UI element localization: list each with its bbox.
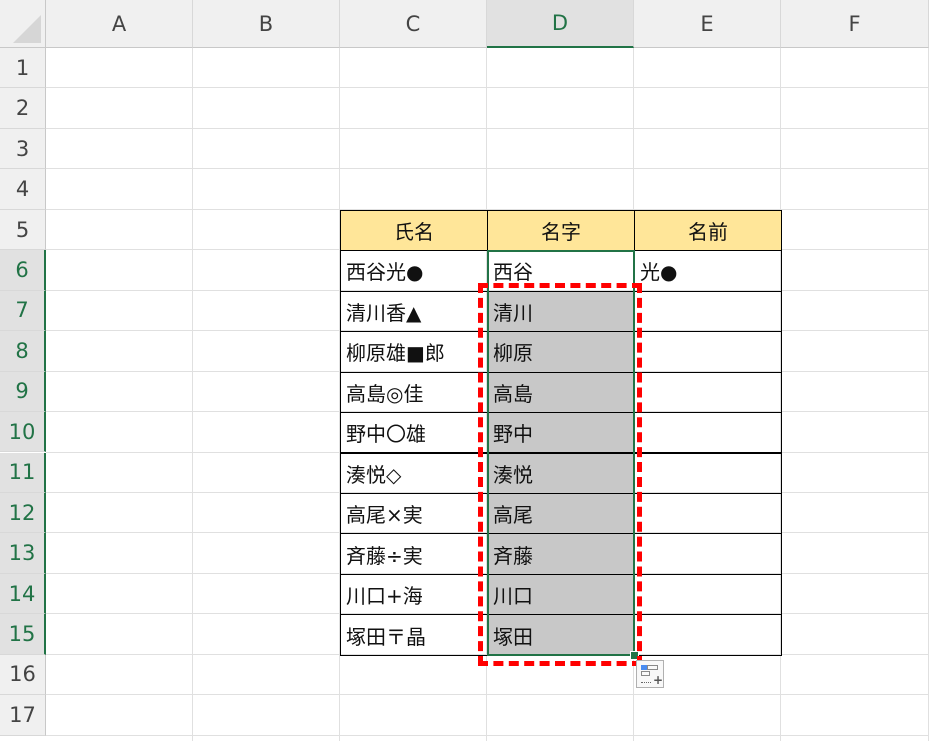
full-name-cell[interactable]: 塚田〒晶 [340,614,488,656]
row-header-17[interactable]: 17 [0,695,46,736]
given-name-header[interactable]: 名前 [634,209,782,252]
row-header-5[interactable]: 5 [0,209,46,251]
given-name-cell[interactable] [634,533,782,575]
gridline [46,734,929,736]
column-header-B[interactable]: B [193,0,340,48]
row-header-2[interactable]: 2 [0,88,46,129]
full-name-cell[interactable]: 清川香▲ [340,290,488,333]
full-name-cell[interactable]: 柳原雄■郎 [340,331,488,373]
given-name-cell[interactable] [634,452,782,494]
select-all-button[interactable] [0,0,46,48]
given-name-cell[interactable]: 光● [634,250,782,292]
row-header-10[interactable]: 10 [0,412,46,453]
gridline [46,694,929,696]
column-header-C[interactable]: C [340,0,487,48]
given-name-cell[interactable] [634,492,782,535]
full-name-cell[interactable]: 高尾×実 [340,492,488,535]
name-header[interactable]: 氏名 [340,209,488,252]
row-header-8[interactable]: 8 [0,331,46,372]
column-header-A[interactable]: A [46,0,193,48]
full-name-cell[interactable]: 川口+海 [340,573,488,616]
full-name-cell[interactable]: 斉藤÷実 [340,533,488,575]
given-name-cell[interactable] [634,371,782,414]
row-header-14[interactable]: 14 [0,573,46,615]
row-header-9[interactable]: 9 [0,371,46,413]
full-name-cell[interactable]: 野中〇雄 [340,412,488,454]
row-header-1[interactable]: 1 [0,48,46,89]
row-header-7[interactable]: 7 [0,290,46,332]
row-header-12[interactable]: 12 [0,492,46,534]
given-name-cell[interactable] [634,331,782,373]
gridline [46,87,929,89]
column-header-F[interactable]: F [781,0,929,48]
full-name-cell[interactable]: 西谷光● [340,250,488,292]
given-name-cell[interactable] [634,614,782,656]
column-header-E[interactable]: E [634,0,781,48]
row-header-13[interactable]: 13 [0,533,46,574]
gridline [46,168,929,170]
row-header-11[interactable]: 11 [0,452,46,493]
column-header-D[interactable]: D [487,0,634,48]
given-name-cell[interactable] [634,412,782,454]
full-name-cell[interactable]: 湊悦◇ [340,452,488,494]
given-name-cell[interactable] [634,573,782,616]
row-header-16[interactable]: 16 [0,654,46,696]
row-header-4[interactable]: 4 [0,169,46,210]
flash-fill-options-icon[interactable]: + [636,660,664,688]
row-header-15[interactable]: 15 [0,614,46,655]
row-header-6[interactable]: 6 [0,250,46,291]
gridline [46,127,929,129]
full-name-cell[interactable]: 高島◎佳 [340,371,488,414]
highlight-dashed-box [478,283,642,666]
given-name-cell[interactable] [634,290,782,333]
surname-header[interactable]: 名字 [487,209,635,252]
row-header-3[interactable]: 3 [0,128,46,170]
gridline [192,48,193,741]
